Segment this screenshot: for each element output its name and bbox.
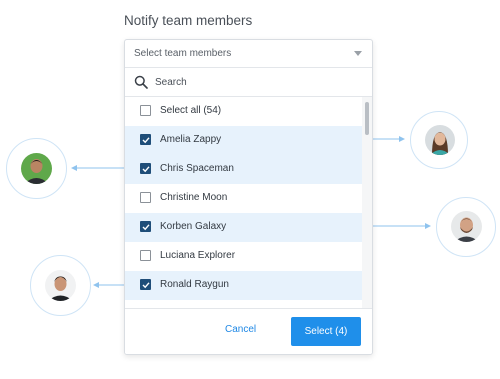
list-item-member[interactable]: Ronald Raygun (125, 271, 364, 300)
search-icon (134, 75, 148, 89)
member-checkbox[interactable] (140, 279, 151, 290)
avatar (45, 270, 76, 301)
dropdown-footer: Cancel Select (4) (125, 308, 372, 354)
list-item-member[interactable]: Luciana Explorer (125, 242, 364, 271)
avatar (21, 153, 52, 184)
check-icon (142, 166, 150, 173)
member-label: Luciana Explorer (160, 250, 236, 261)
member-checkbox[interactable] (140, 250, 151, 261)
member-checkbox[interactable] (140, 134, 151, 145)
check-icon (142, 224, 150, 231)
avatar-man-dark-hair-icon (45, 270, 76, 301)
avatar-man-green-bg-icon (21, 153, 52, 184)
select-team-members-dropdown[interactable]: Select team members (125, 40, 372, 68)
scrollbar[interactable] (362, 97, 372, 308)
avatar (425, 125, 455, 155)
member-label: Christine Moon (160, 192, 228, 203)
list-item-member[interactable]: Chris Spaceman (125, 155, 364, 184)
member-checkbox[interactable] (140, 163, 151, 174)
arrow-right-icon (399, 136, 405, 142)
list-item-member[interactable]: Korben Galaxy (125, 213, 364, 242)
avatar-woman-long-hair-icon (425, 125, 455, 155)
arrow-right-icon (425, 223, 431, 229)
member-list: Select all (54) Amelia Zappy Chris Space… (125, 97, 372, 308)
check-icon (142, 282, 150, 289)
select-all-checkbox[interactable] (140, 105, 151, 116)
member-checkbox[interactable] (140, 192, 151, 203)
member-label: Ronald Raygun (160, 279, 229, 290)
arrow-left-icon (71, 165, 77, 171)
team-members-dropdown: Select team members Select all (54) Amel… (124, 39, 373, 355)
search-input[interactable] (155, 74, 355, 90)
select-all-option[interactable]: Select all (54) (125, 97, 364, 126)
list-item-member[interactable]: Amelia Zappy (125, 126, 364, 155)
select-placeholder: Select team members (134, 48, 232, 59)
member-checkbox[interactable] (140, 221, 151, 232)
member-label: Chris Spaceman (160, 163, 234, 174)
chevron-down-icon[interactable] (354, 51, 362, 56)
check-icon (142, 137, 150, 144)
avatar-man-beard-icon (451, 211, 482, 242)
cancel-button[interactable]: Cancel (225, 321, 256, 337)
select-all-label: Select all (54) (160, 105, 222, 116)
avatar (451, 211, 482, 242)
search-row (125, 68, 372, 97)
scrollbar-thumb[interactable] (365, 102, 369, 135)
select-button[interactable]: Select (4) (291, 317, 361, 346)
list-item-member[interactable]: Christine Moon (125, 184, 364, 213)
member-label: Korben Galaxy (160, 221, 227, 232)
arrow-left-icon (93, 282, 99, 288)
member-label: Amelia Zappy (160, 134, 222, 145)
